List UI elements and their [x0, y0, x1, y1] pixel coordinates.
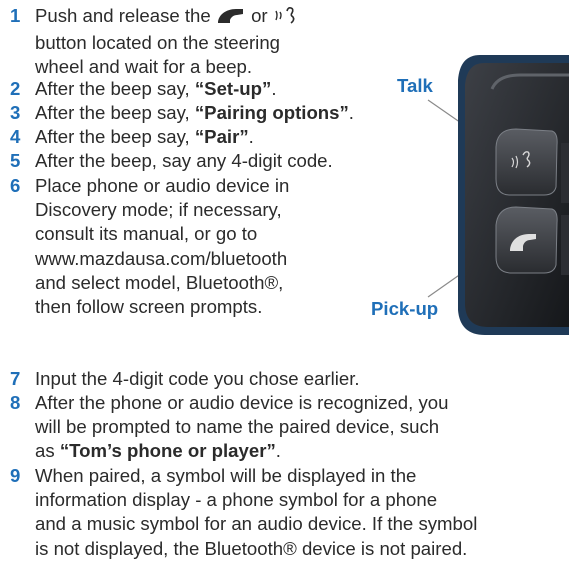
- step-1-line-1: Push and release the or: [35, 4, 299, 31]
- pickup-button: [495, 206, 558, 274]
- steering-wheel-photo: [440, 55, 569, 335]
- step-number: 6: [10, 175, 21, 196]
- voice-command: “Pairing options”: [194, 102, 349, 123]
- step-number: 2: [10, 78, 21, 99]
- step-6-line-1: Place phone or audio device in: [35, 175, 290, 196]
- device-name-example: “Tom’s phone or player”: [59, 440, 276, 462]
- step-text: After the beep, say any 4-digit code.: [35, 150, 333, 171]
- step-6-line-6: then follow screen prompts.: [35, 296, 263, 318]
- step-number: 5: [10, 150, 21, 171]
- step-6-line-5: and select model, Bluetooth®,: [35, 271, 284, 293]
- phone-pickup-icon: [216, 7, 246, 31]
- step-9-line-2: information display - a phone symbol for…: [35, 489, 438, 511]
- step-1-line-2: button located on the steering: [35, 32, 280, 54]
- step-number: 4: [10, 126, 21, 147]
- step-6-line-2: Discovery mode; if necessary,: [35, 199, 282, 221]
- bluetooth-url-link[interactable]: www.mazdausa.com/bluetooth: [35, 247, 289, 271]
- step-number: 1: [10, 5, 21, 26]
- punctuation: .: [348, 102, 354, 123]
- step-text: as: [35, 440, 60, 462]
- step-number: 8: [10, 392, 21, 413]
- step-9-line-1: When paired, a symbol will be displayed …: [35, 465, 417, 486]
- step-text: or: [245, 5, 273, 26]
- talk-icon: [273, 5, 299, 31]
- talk-callout-label: Talk: [397, 75, 433, 96]
- step-9-line-3: and a music symbol for an audio device. …: [35, 513, 478, 535]
- step-text: Input the 4-digit code you chose earlier…: [35, 368, 360, 389]
- voice-command: “Set-up”: [194, 78, 272, 99]
- step-number: 3: [10, 102, 21, 123]
- punctuation: .: [271, 78, 277, 99]
- step-6-line-3: consult its manual, or go to: [35, 223, 258, 245]
- step-text: After the beep say,: [35, 126, 195, 147]
- talk-button: [495, 128, 558, 196]
- step-9-line-4: is not displayed, the Bluetooth® device …: [35, 537, 468, 559]
- step-8-line-2: will be prompted to name the paired devi…: [35, 416, 440, 438]
- pickup-callout-label: Pick-up: [371, 298, 439, 319]
- punctuation: .: [248, 126, 254, 147]
- step-number: 7: [10, 368, 21, 389]
- voice-command: “Pair”: [194, 126, 249, 147]
- step-text: After the beep say,: [35, 78, 195, 99]
- step-number: 9: [10, 465, 21, 486]
- step-1-line-3: wheel and wait for a beep.: [35, 56, 253, 78]
- step-text: After the beep say,: [35, 102, 195, 123]
- step-text: Push and release the: [35, 5, 216, 26]
- step-8-line-1: After the phone or audio device is recog…: [35, 392, 449, 413]
- punctuation: .: [275, 440, 281, 462]
